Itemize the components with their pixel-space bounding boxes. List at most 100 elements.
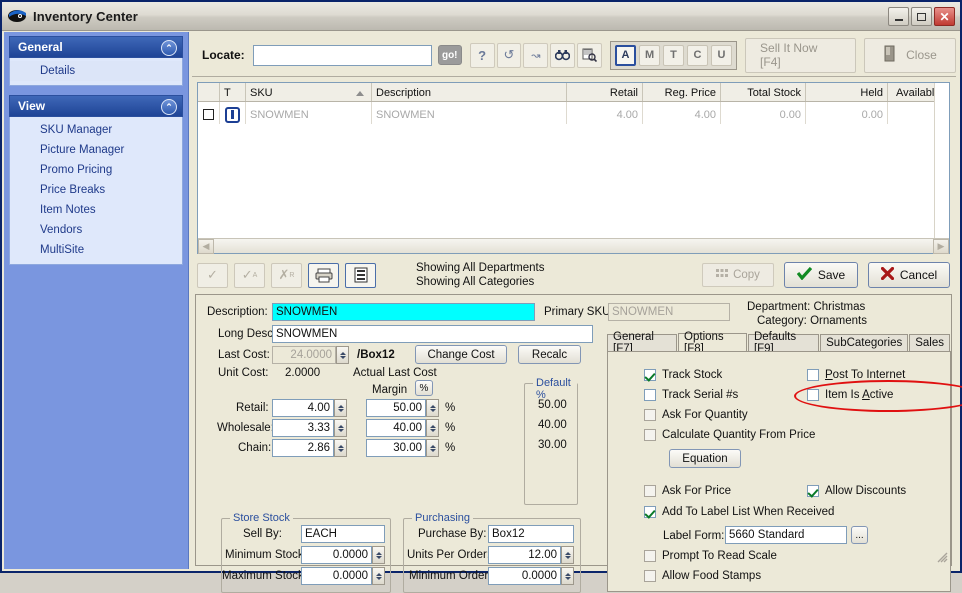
checkbox-icon[interactable] [807,485,819,497]
help-icon[interactable]: ? [469,42,495,68]
retail-price-spinner[interactable] [334,399,347,417]
search-input[interactable] [252,44,432,66]
purchase-by-field[interactable]: Box12 [488,525,574,543]
checkbox-track-serial[interactable]: Track Serial #s [644,389,738,401]
minimize-button[interactable] [888,7,909,26]
grid-header-total-stock[interactable]: Total Stock [721,83,806,101]
checkbox-icon[interactable] [644,389,656,401]
chevron-up-icon[interactable]: ⌃ [161,99,177,115]
chain-price-spinner[interactable] [334,439,347,457]
units-per-order-spinner[interactable] [561,546,574,564]
sell-by-field[interactable]: EACH [301,525,385,543]
tab-defaults[interactable]: Defaults [F9] [747,331,820,355]
grid-header-reg-price[interactable]: Reg. Price [643,83,721,101]
recalc-button[interactable]: Recalc [518,345,581,364]
maximize-button[interactable] [911,7,932,26]
checkbox-track-stock[interactable]: Track Stock [644,369,722,381]
wholesale-margin-stepper[interactable]: 40.00 [366,419,439,437]
retail-margin-spinner[interactable] [426,399,439,417]
sidebar-item-promo-pricing[interactable]: Promo Pricing [10,160,182,180]
binoculars-icon[interactable] [550,42,576,68]
chevron-up-icon[interactable]: ⌃ [161,40,177,56]
last-cost-spinner[interactable] [336,346,349,364]
change-cost-button[interactable]: Change Cost [415,345,507,364]
grid-horizontal-scrollbar[interactable]: ◀ ▶ [198,238,949,254]
chain-margin-stepper[interactable]: 30.00 [366,439,439,457]
minimum-order-stepper[interactable]: 0.0000 [488,567,574,585]
checkbox-icon[interactable] [644,369,656,381]
retail-price-stepper[interactable]: 4.00 [272,399,347,417]
description-field[interactable]: SNOWMEN [272,303,535,321]
tab-options[interactable]: Options [F8] [678,331,747,355]
list-view-icon[interactable] [345,262,376,288]
checkbox-ask-for-quantity[interactable]: Ask For Quantity [644,409,748,421]
minimum-stock-stepper[interactable]: 0.0000 [301,546,385,564]
checkbox-icon[interactable] [807,369,819,381]
row-select-cell[interactable] [198,102,220,124]
grid-header-select[interactable] [198,83,220,101]
resize-grip-icon[interactable] [936,551,948,563]
units-per-order-stepper[interactable]: 12.00 [488,546,574,564]
margin-percent-button[interactable]: % [415,380,433,396]
minimum-order-spinner[interactable] [561,567,574,585]
squiggle-icon[interactable]: ↝ [523,42,549,68]
mode-button-t[interactable]: T [663,44,685,66]
uncheck-all-icon[interactable]: ✗ R [271,262,302,288]
table-row[interactable]: SNOWMEN SNOWMEN 4.00 4.00 0.00 0.00 [198,102,949,124]
refresh-icon[interactable]: ↺ [496,42,522,68]
checkbox-allow-discounts[interactable]: Allow Discounts [807,485,906,497]
sidebar-item-details[interactable]: Details [10,61,182,81]
equation-button[interactable]: Equation [669,449,741,468]
sell-it-now-button[interactable]: Sell It Now [F4] [745,37,856,73]
wholesale-price-spinner[interactable] [334,419,347,437]
document-search-icon[interactable] [577,42,603,68]
label-form-browse-button[interactable]: ... [851,526,868,544]
close-button[interactable]: ✕ [934,7,955,26]
save-button[interactable]: Save [784,262,858,288]
chain-margin-spinner[interactable] [426,439,439,457]
grid-header-description[interactable]: Description [372,83,567,101]
mode-button-c[interactable]: C [687,44,709,66]
checkbox-icon[interactable] [644,429,656,441]
grid-vertical-scrollbar[interactable] [934,83,949,238]
sidebar-item-multisite[interactable]: MultiSite [10,240,182,260]
sidebar-item-vendors[interactable]: Vendors [10,220,182,240]
scroll-left-icon[interactable]: ◀ [198,239,214,254]
copy-button[interactable]: Copy [702,263,774,287]
checkbox-icon[interactable] [644,570,656,582]
close-form-button[interactable]: Close [863,37,956,73]
long-desc-field[interactable]: SNOWMEN [272,325,593,343]
scroll-right-icon[interactable]: ▶ [933,239,949,254]
tab-general[interactable]: General [F7] [607,331,678,355]
checkbox-item-is-active[interactable]: Item Is Active [807,389,893,401]
checkbox-icon[interactable] [644,550,656,562]
grid-header-type[interactable]: T [220,83,246,101]
checkbox-prompt-to-read-scale[interactable]: Prompt To Read Scale [644,550,777,562]
nav-header-general[interactable]: General ⌃ [9,36,183,58]
checkbox-post-to-internet[interactable]: Post To Internet [807,369,905,381]
checkbox-calculate-quantity[interactable]: Calculate Quantity From Price [644,429,815,441]
grid-header-held[interactable]: Held [806,83,888,101]
checkbox-icon[interactable] [807,389,819,401]
minimum-stock-spinner[interactable] [372,546,385,564]
row-checkbox[interactable] [203,109,214,120]
check-icon[interactable]: ✓ [197,262,228,288]
print-icon[interactable] [308,262,339,288]
go-button[interactable]: go! [437,45,462,65]
checkbox-add-to-label-list[interactable]: Add To Label List When Received [644,506,834,518]
sidebar-item-price-breaks[interactable]: Price Breaks [10,180,182,200]
grid-header-sku[interactable]: SKU [246,83,372,101]
tab-subcategories[interactable]: SubCategories [820,334,909,351]
mode-button-a[interactable]: A [615,44,637,66]
grid-header-retail[interactable]: Retail [567,83,643,101]
retail-margin-stepper[interactable]: 50.00 [366,399,439,417]
last-cost-stepper[interactable]: 24.0000 [272,346,349,364]
label-form-field[interactable]: 5660 Standard [725,526,847,544]
mode-button-u[interactable]: U [711,44,733,66]
checkbox-allow-food-stamps[interactable]: Allow Food Stamps [644,570,761,582]
wholesale-margin-spinner[interactable] [426,419,439,437]
maximum-stock-spinner[interactable] [372,567,385,585]
maximum-stock-stepper[interactable]: 0.0000 [301,567,385,585]
mode-button-m[interactable]: M [639,44,661,66]
cancel-button[interactable]: Cancel [868,262,950,288]
